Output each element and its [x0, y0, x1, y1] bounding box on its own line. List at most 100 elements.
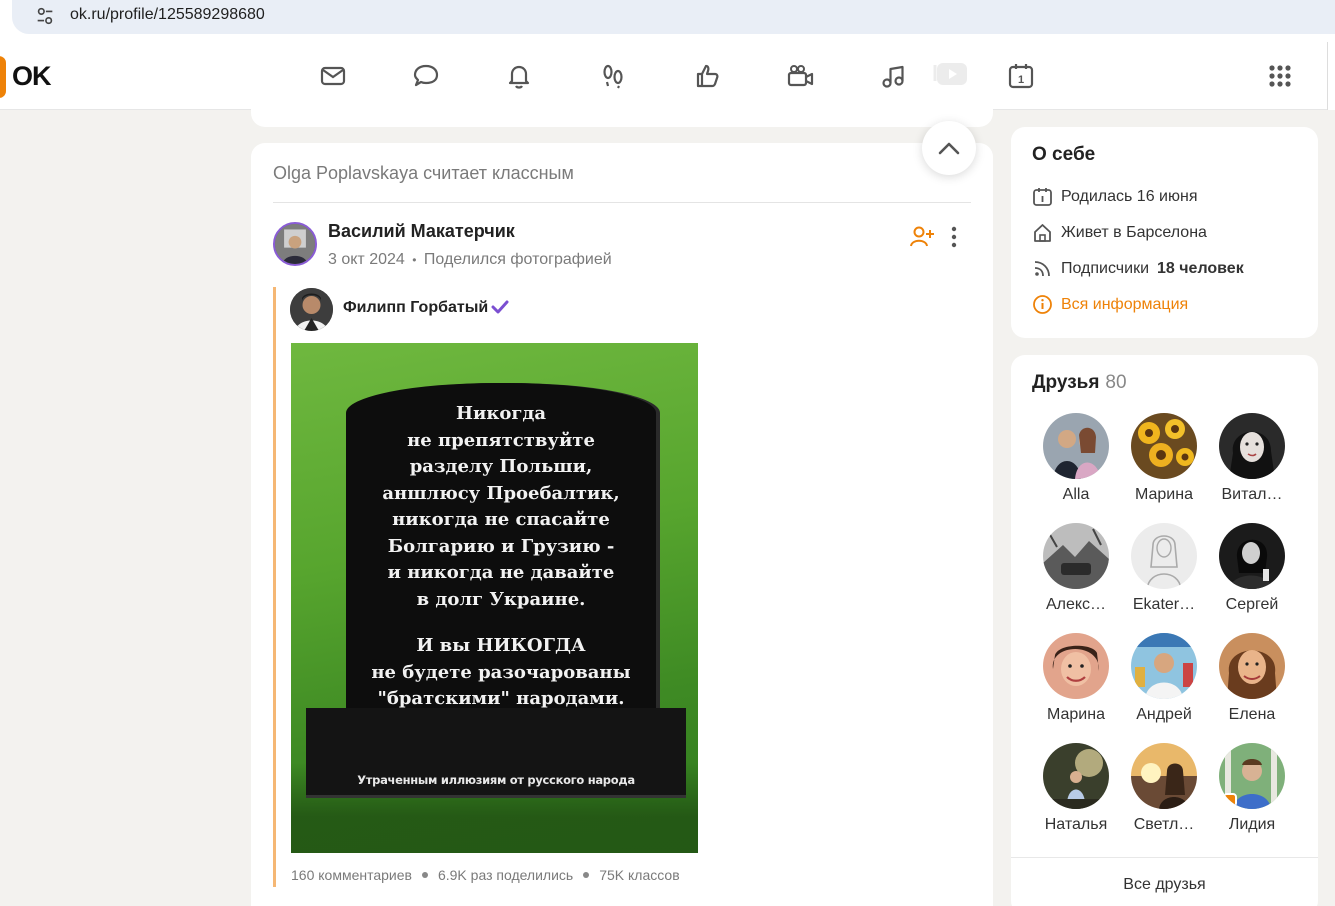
like-icon[interactable] — [690, 59, 724, 93]
feed-post-card: Olga Poplavskaya считает классным Васили… — [251, 143, 993, 906]
music-icon[interactable] — [876, 59, 910, 93]
friend-item[interactable]: Лидия — [1212, 743, 1292, 834]
chat-icon[interactable] — [409, 59, 443, 93]
all-friends-link[interactable]: Все друзья — [1011, 876, 1318, 894]
footprints-icon[interactable] — [596, 59, 630, 93]
logo[interactable]: OK — [12, 61, 51, 92]
verified-icon — [491, 300, 509, 314]
video-camera-icon[interactable] — [783, 59, 817, 93]
friend-name[interactable]: Елена — [1212, 706, 1292, 724]
about-born: Родилась 16 июня — [1061, 187, 1198, 205]
all-info-link[interactable]: Вся информация — [1032, 294, 1188, 315]
friend-item[interactable]: Марина — [1036, 633, 1116, 724]
all-info-label[interactable]: Вся информация — [1061, 296, 1188, 314]
friend-avatar[interactable] — [1043, 413, 1109, 479]
scroll-to-top-button[interactable] — [922, 121, 976, 175]
online-badge — [1223, 793, 1237, 807]
calendar-day: 1 — [1018, 74, 1024, 86]
apps-grid-icon[interactable] — [1263, 59, 1297, 93]
friend-avatar[interactable] — [1131, 523, 1197, 589]
shares-count[interactable]: 6.9K раз поделились — [438, 867, 573, 883]
url-text[interactable]: ok.ru/profile/125589298680 — [70, 6, 265, 24]
author-avatar[interactable] — [273, 222, 317, 266]
rss-icon — [1034, 261, 1050, 277]
friend-item[interactable]: Алекс… — [1036, 523, 1116, 614]
friend-name[interactable]: Alla — [1036, 486, 1116, 504]
meta-separator: • — [412, 253, 417, 267]
friend-avatar[interactable] — [1131, 743, 1197, 809]
friends-title-text[interactable]: Друзья — [1032, 372, 1099, 393]
friend-avatar[interactable] — [1219, 413, 1285, 479]
friend-name[interactable]: Витал… — [1212, 486, 1292, 504]
stone-line: в долг Украине. — [416, 588, 586, 610]
friend-name[interactable]: Лидия — [1212, 816, 1292, 834]
friend-item[interactable]: Alla — [1036, 413, 1116, 504]
post-meta: 3 окт 2024 • Поделился фотографией — [328, 251, 612, 269]
calendar-icon[interactable]: 1 — [1004, 59, 1038, 93]
friend-avatar[interactable] — [1219, 743, 1285, 809]
more-options-icon[interactable] — [946, 224, 962, 250]
friend-name[interactable]: Марина — [1036, 706, 1116, 724]
scrollbar[interactable] — [1327, 42, 1335, 110]
friend-name[interactable]: Андрей — [1124, 706, 1204, 724]
feed-post-header[interactable]: Olga Poplavskaya считает классным — [273, 163, 574, 184]
friend-name[interactable]: Марина — [1124, 486, 1204, 504]
friend-avatar[interactable] — [1219, 633, 1285, 699]
friends-card: Друзья 80 Alla Марина Витал… Алекс… Ekate… — [1011, 355, 1318, 906]
add-friend-icon[interactable] — [909, 224, 935, 250]
friends-title[interactable]: Друзья 80 — [1032, 372, 1127, 394]
friend-item[interactable]: Сергей — [1212, 523, 1292, 614]
tune-icon[interactable] — [34, 5, 56, 27]
repost-author-avatar[interactable] — [290, 288, 333, 331]
logo-mark[interactable] — [0, 56, 6, 98]
about-lives: Живет в Барселона — [1061, 223, 1207, 241]
friend-name[interactable]: Алекс… — [1036, 596, 1116, 614]
followers-label: Подписчики — [1061, 259, 1150, 277]
friend-item[interactable]: Наталья — [1036, 743, 1116, 834]
author-name[interactable]: Василий Макатерчик — [328, 221, 515, 242]
friend-name[interactable]: Наталья — [1036, 816, 1116, 834]
comments-count[interactable]: 160 комментариев — [291, 867, 412, 883]
friend-avatar[interactable] — [1043, 523, 1109, 589]
friend-item[interactable]: Ekater… — [1124, 523, 1204, 614]
stats-dot — [421, 872, 428, 878]
home-icon — [1034, 224, 1051, 242]
friend-avatar[interactable] — [1131, 413, 1197, 479]
bell-icon[interactable] — [502, 59, 536, 93]
video-play-icon[interactable] — [933, 61, 969, 87]
friend-avatar[interactable] — [1131, 633, 1197, 699]
friend-name[interactable]: Ekater… — [1124, 596, 1204, 614]
address-pill[interactable]: ok.ru/profile/125589298680 — [12, 0, 1335, 34]
post-date[interactable]: 3 окт 2024 — [328, 251, 405, 268]
post-stats: 160 комментариев 6.9K раз поделились 75K… — [291, 867, 680, 883]
browser-address-bar: ok.ru/profile/125589298680 — [0, 0, 1335, 42]
divider — [1011, 857, 1318, 858]
mail-icon[interactable] — [316, 59, 350, 93]
calendar-icon — [1033, 188, 1052, 206]
friend-avatar[interactable] — [1043, 633, 1109, 699]
about-lives-row: Живет в Барселона — [1032, 222, 1207, 243]
friends-count: 80 — [1105, 372, 1127, 393]
stone-line: И вы НИКОГДА — [416, 635, 586, 656]
repost-author-name[interactable]: Филипп Горбатый — [343, 299, 509, 317]
friend-item[interactable]: Марина — [1124, 413, 1204, 504]
friend-avatar[interactable] — [1043, 743, 1109, 809]
friend-name[interactable]: Светл… — [1124, 816, 1204, 834]
about-card: О себе Родилась 16 июня Живет в Барселон… — [1011, 127, 1318, 338]
friend-avatar[interactable] — [1219, 523, 1285, 589]
friend-item[interactable]: Витал… — [1212, 413, 1292, 504]
stone-line: "братскими" народами. — [377, 688, 625, 709]
about-title: О себе — [1032, 144, 1096, 165]
about-followers-row[interactable]: Подписчики 18 человек — [1032, 258, 1244, 279]
followers-value[interactable]: 18 человек — [1157, 260, 1244, 278]
likes-count[interactable]: 75K классов — [599, 867, 679, 883]
stone-line: не будете разочарованы — [371, 661, 631, 683]
friend-name[interactable]: Сергей — [1212, 596, 1292, 614]
post-photo[interactable]: Никогда не препятствуйте разделу Польши,… — [291, 343, 698, 853]
friend-item[interactable]: Андрей — [1124, 633, 1204, 724]
divider — [273, 202, 971, 203]
repost-author-name-text[interactable]: Филипп Горбатый — [343, 299, 488, 316]
friend-item[interactable]: Елена — [1212, 633, 1292, 724]
friend-item[interactable]: Светл… — [1124, 743, 1204, 834]
gravestone-text: Никогда не препятствуйте разделу Польши,… — [355, 401, 647, 713]
